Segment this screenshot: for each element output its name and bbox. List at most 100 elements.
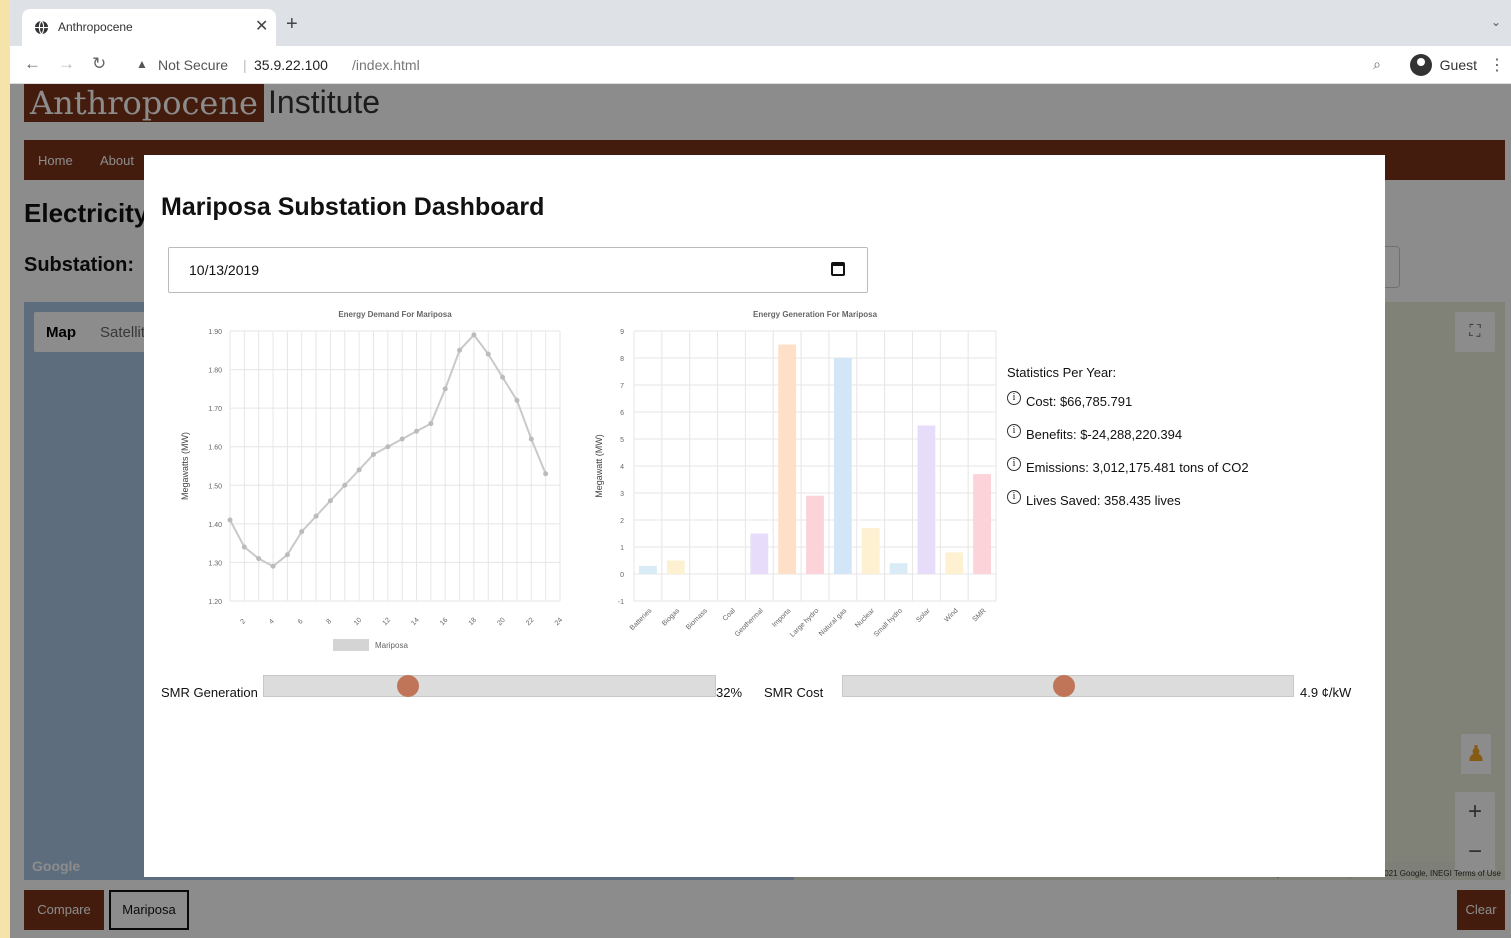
smr-generation-slider[interactable]	[263, 675, 716, 697]
stat-lives: i Lives Saved: 358.435 lives	[1007, 490, 1347, 526]
bar	[750, 533, 769, 574]
x-tick-label: Imports	[771, 607, 793, 629]
stat-benefits-text: Benefits: $-24,288,220.394	[1026, 427, 1183, 442]
info-icon[interactable]: i	[1007, 490, 1021, 504]
data-point	[485, 351, 491, 357]
smr-cost-slider[interactable]	[842, 675, 1294, 697]
y-tick-label: 1.50	[208, 483, 222, 490]
browser-tab[interactable]: Anthropocene ✕	[22, 9, 276, 46]
dashboard-modal: Mariposa Substation Dashboard 10/13/2019…	[144, 155, 1385, 877]
chart-title: Energy Generation For Mariposa	[753, 310, 878, 319]
data-point	[313, 513, 319, 519]
bar	[973, 474, 991, 574]
x-tick-label: Wind	[943, 607, 959, 623]
y-tick-label: 1.90	[208, 329, 222, 336]
bar	[917, 425, 936, 574]
calendar-icon[interactable]	[831, 262, 845, 276]
y-tick-label: 0	[620, 572, 624, 579]
profile-button[interactable]: Guest	[1409, 52, 1477, 78]
bar	[861, 528, 880, 574]
bar	[889, 563, 908, 574]
reload-icon[interactable]: ↻	[92, 54, 106, 74]
info-icon[interactable]: i	[1007, 424, 1021, 438]
y-tick-label: 1.70	[208, 406, 222, 413]
stat-cost: i Cost: $66,785.791	[1007, 391, 1347, 427]
data-point	[385, 444, 391, 450]
y-tick-label: 8	[620, 356, 624, 363]
x-tick-label: SMR	[972, 607, 988, 623]
smr-cost-label: SMR Cost	[764, 685, 824, 700]
stat-cost-text: Cost: $66,785.791	[1026, 394, 1133, 409]
data-point	[342, 482, 348, 488]
x-tick-label: 18	[468, 617, 479, 628]
tab-search-icon[interactable]: ⌄	[1491, 15, 1501, 29]
address-bar[interactable]: ▲ Not Secure | 35.9.22.100 /index.html	[128, 51, 1388, 79]
data-point	[514, 397, 520, 403]
slider-thumb[interactable]	[397, 675, 420, 697]
chart-title: Energy Demand For Mariposa	[338, 310, 452, 319]
legend-swatch	[333, 639, 369, 651]
data-point	[428, 421, 434, 427]
stats-title: Statistics Per Year:	[1007, 365, 1117, 380]
divider: |	[243, 57, 247, 73]
bar	[778, 344, 797, 574]
date-input[interactable]: 10/13/2019	[168, 247, 868, 293]
more-menu-icon[interactable]: ⋮	[1489, 55, 1505, 75]
x-tick-label: 16	[439, 617, 450, 628]
data-point	[528, 436, 534, 442]
stat-lives-text: Lives Saved: 358.435 lives	[1026, 493, 1181, 508]
data-point	[500, 374, 506, 380]
x-tick-label: 14	[410, 617, 421, 628]
y-tick-label: 4	[620, 464, 624, 471]
x-tick-label: 4	[268, 618, 276, 626]
x-tick-label: 10	[353, 617, 364, 628]
info-icon[interactable]: i	[1007, 391, 1021, 405]
x-tick-label: 22	[525, 617, 536, 628]
data-point	[227, 517, 233, 523]
data-point	[327, 498, 333, 504]
back-icon[interactable]: ←	[24, 54, 41, 74]
data-point	[284, 552, 290, 558]
data-point	[543, 471, 549, 477]
url-host: 35.9.22.100	[254, 57, 328, 73]
x-tick-label: Natural gas	[818, 607, 849, 638]
demand-chart-svg: Energy Demand For Mariposa 1.90 1.80 1.70 1.…	[180, 310, 565, 651]
y-tick-label: 5	[620, 437, 624, 444]
generation-chart-svg: Energy Generation For Mariposa 9 8 7 6 5 4 3 2 1 0…	[594, 310, 997, 639]
data-point	[414, 428, 420, 434]
smr-generation-label: SMR Generation	[161, 685, 258, 700]
data-point	[399, 436, 405, 442]
close-tab-icon[interactable]: ✕	[255, 16, 268, 36]
forward-icon[interactable]: →	[58, 54, 75, 74]
bar	[833, 358, 852, 574]
avatar-icon	[1409, 54, 1432, 76]
modal-title: Mariposa Substation Dashboard	[161, 193, 545, 221]
page-content: Anthropocene Institute Home About Electr…	[10, 84, 1511, 938]
legend-label: Mariposa	[375, 641, 408, 650]
x-tick-label: 24	[554, 617, 565, 628]
x-tick-label: Coal	[722, 607, 737, 622]
bar	[945, 552, 964, 574]
globe-icon	[34, 20, 49, 35]
x-tick-label: 6	[297, 618, 305, 626]
zoom-icon[interactable]: ⌕	[1373, 56, 1381, 73]
data-point	[356, 467, 362, 473]
data-point	[442, 386, 448, 392]
browser-toolbar: ← → ↻ ▲ Not Secure | 35.9.22.100 /index.…	[10, 46, 1511, 84]
x-tick-label: 12	[382, 617, 393, 628]
smr-cost-value: 4.9 ¢/kW	[1300, 685, 1352, 700]
slider-thumb[interactable]	[1052, 675, 1075, 697]
x-tick-label: Biomass	[685, 607, 709, 631]
browser-window: Anthropocene ✕ + ⌄ ← → ↻ ▲ Not Secure | …	[10, 0, 1511, 938]
tab-title: Anthropocene	[58, 20, 133, 34]
x-tick-label: Large hydro	[789, 607, 820, 638]
demand-chart: Energy Demand For Mariposa 1.90 1.80 1.70 1.…	[174, 305, 574, 660]
profile-label: Guest	[1439, 57, 1477, 73]
x-tick-label: 8	[326, 618, 334, 626]
y-tick-label: 7	[620, 383, 624, 390]
date-value: 10/13/2019	[189, 262, 260, 278]
data-point	[471, 332, 477, 338]
new-tab-icon[interactable]: +	[286, 13, 298, 36]
info-icon[interactable]: i	[1007, 457, 1021, 471]
stat-emissions-text: Emissions: 3,012,175.481 tons of CO2	[1026, 460, 1249, 475]
